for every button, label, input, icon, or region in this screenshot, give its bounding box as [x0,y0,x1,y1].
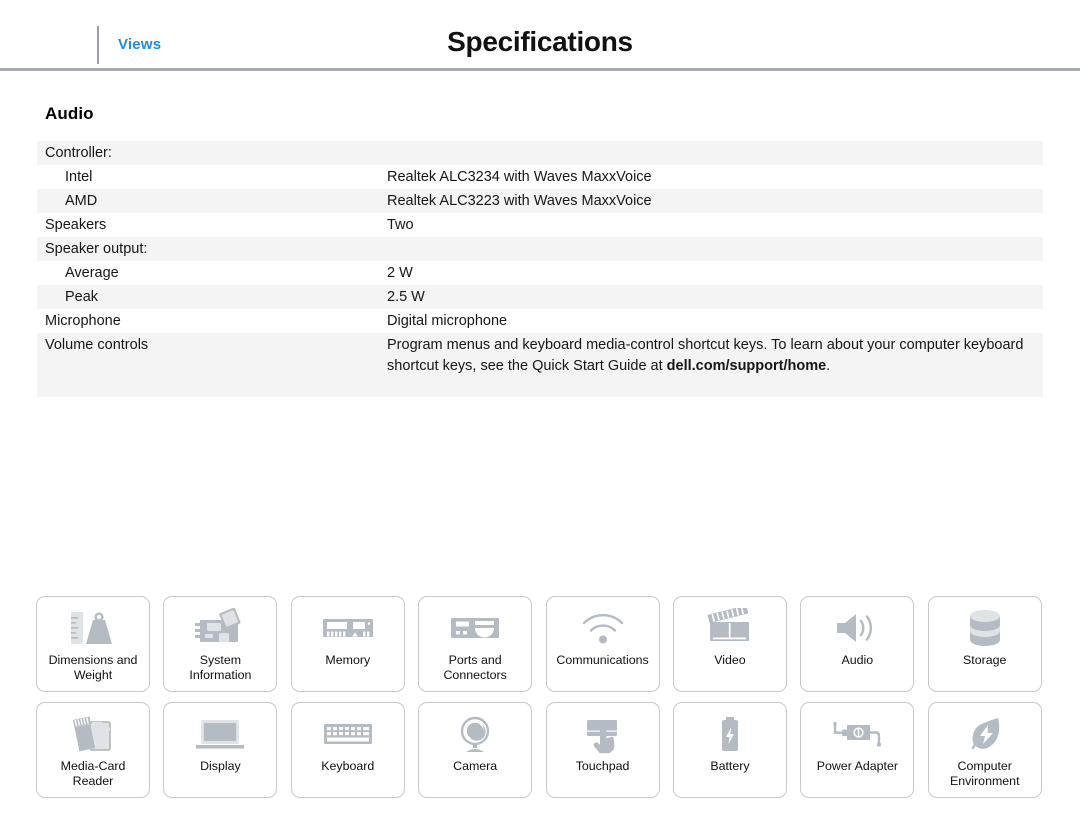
spec-row: Controller: [37,141,1043,165]
spec-label: Speakers [45,217,107,233]
header-rule [0,68,1080,71]
category-tile-keyboard[interactable]: Keyboard [290,702,405,798]
category-tile-label: Dimensions and Weight [48,653,138,682]
spec-row: Peak 2.5 W [37,285,1043,309]
laptop-display-icon [164,712,276,756]
spec-value: Realtek ALC3223 with Waves MaxxVoice [387,193,652,209]
spec-row: Microphone Digital microphone [37,309,1043,333]
category-tile-label: Display [200,759,241,773]
support-site-link[interactable]: dell.com/support/home [667,358,827,374]
category-tile-label: System Information [189,653,252,682]
clapperboard-icon [674,606,786,650]
category-tile-label: Storage [963,653,1007,667]
category-tile-label: Keyboard [321,759,375,773]
section-heading: Audio [45,104,94,123]
spec-value: Realtek ALC3234 with Waves MaxxVoice [387,169,652,185]
category-tile-battery[interactable]: Battery [672,702,787,798]
spec-label: Controller: [45,145,112,161]
memory-module-icon [292,606,404,650]
category-tile-camera[interactable]: Camera [418,702,533,798]
spec-row: Speakers Two [37,213,1043,237]
spec-row: Average 2 W [37,261,1043,285]
category-tile-label: Computer Environment [949,759,1020,788]
spec-row: Intel Realtek ALC3234 with Waves MaxxVoic… [37,165,1043,189]
spec-label: Peak [65,289,99,305]
spec-value: 2.5 W [387,289,425,305]
circuit-board-icon [164,606,276,650]
category-icon-grid: Dimensions and Weight System Information M… [36,596,1042,798]
ruler-and-weight-icon [37,606,149,650]
category-tile-touchpad[interactable]: Touchpad [545,702,660,798]
speaker-volume-icon [801,606,913,650]
specifications-table: Controller: Intel Realtek ALC3234 with Wav… [37,141,1043,397]
spec-label: Volume controls [45,337,149,353]
ports-connectors-icon [419,606,531,650]
category-tile-memory[interactable]: Memory [290,596,405,692]
webcam-icon [419,712,531,756]
category-tile-label: Touchpad [575,759,630,773]
category-tile-system-information[interactable]: System Information [163,596,278,692]
category-tile-storage[interactable]: Storage [927,596,1042,692]
category-tile-label: Camera [453,759,498,773]
spec-value: 2 W [387,265,413,281]
leaf-bolt-icon [929,712,1041,756]
category-tile-label: Memory [325,653,371,667]
spec-label: Speaker output: [45,241,148,257]
category-tile-label: Media-Card Reader [60,759,126,788]
category-tile-label: Ports and Connectors [443,653,507,682]
battery-icon [674,712,786,756]
hard-drive-cylinder-icon [929,606,1041,650]
spec-label: Average [65,265,119,281]
volume-text-tail: . [826,358,831,374]
category-tile-label: Power Adapter [816,759,898,773]
category-tile-label: Battery [710,759,750,773]
page-header: Views Specifications [0,0,1080,71]
touchpad-hand-icon [547,712,659,756]
spec-row-volume-controls: Volume controls Program menus and keyboar… [37,333,1043,397]
spec-row: AMD Realtek ALC3223 with Waves MaxxVoice [37,189,1043,213]
keyboard-icon [292,712,404,756]
category-tile-label: Communications [556,653,649,667]
spec-label: Intel [65,169,93,185]
category-tile-ports-and-connectors[interactable]: Ports and Connectors [418,596,533,692]
category-tile-label: Video [714,653,746,667]
spec-row: Speaker output: [37,237,1043,261]
spec-label: AMD [65,193,98,209]
power-adapter-icon [801,712,913,756]
category-tile-display[interactable]: Display [163,702,278,798]
spec-value: Two [387,217,414,233]
page-title: Specifications [447,26,633,57]
media-card-icon [37,712,149,756]
category-tile-label: Audio [841,653,874,667]
category-tile-power-adapter[interactable]: Power Adapter [800,702,915,798]
wifi-icon [547,606,659,650]
category-tile-media-card-reader[interactable]: Media-Card Reader [36,702,150,798]
spec-value: Program menus and keyboard media-control… [387,333,1043,387]
spec-value: Digital microphone [387,313,508,329]
category-tile-dimensions-and-weight[interactable]: Dimensions and Weight [36,596,150,692]
category-tile-video[interactable]: Video [672,596,787,692]
category-tile-computer-environment[interactable]: Computer Environment [927,702,1042,798]
category-tile-communications[interactable]: Communications [545,596,660,692]
spec-label: Microphone [45,313,121,329]
category-tile-audio[interactable]: Audio [800,596,915,692]
